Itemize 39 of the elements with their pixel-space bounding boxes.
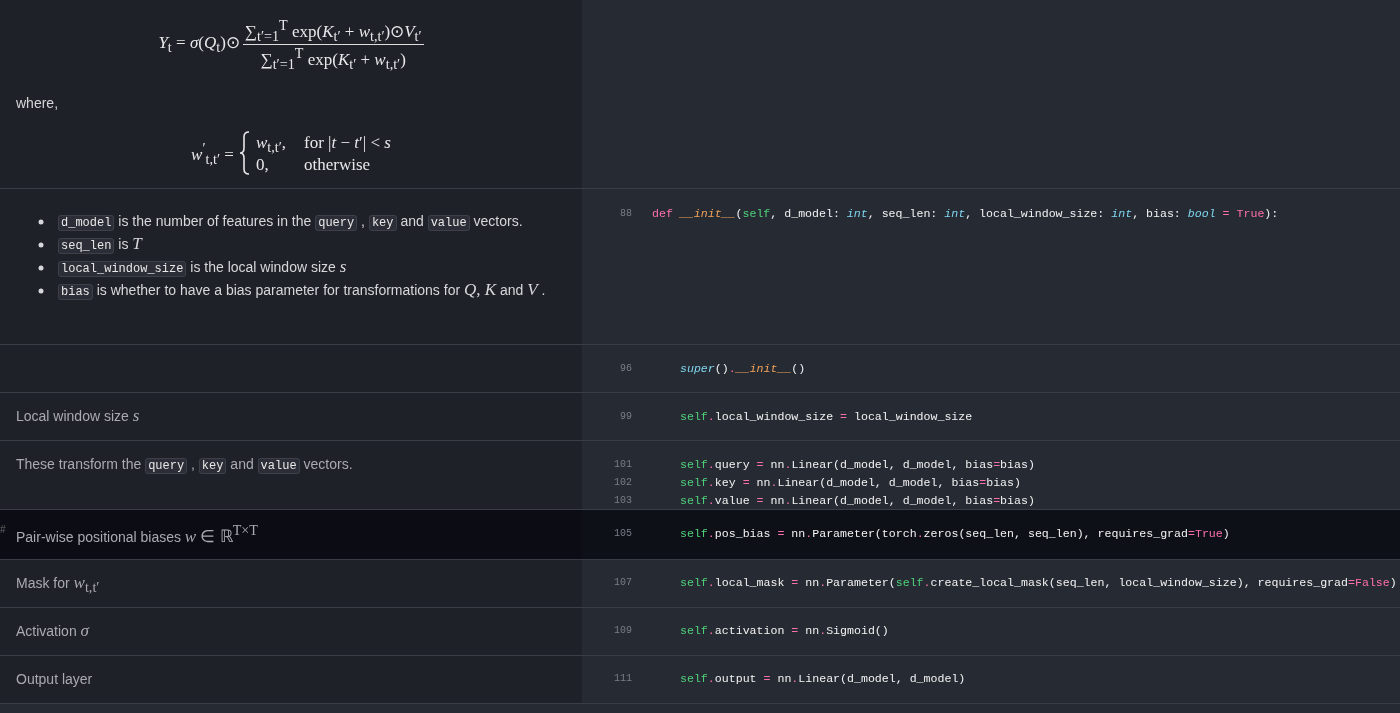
line-number: 111: [613, 673, 633, 685]
code-line: self.local_mask = nn.Parameter(self.create_local_mask(seq_len, local_window_size), requires_grad=False): [679, 576, 1397, 590]
line-number: 103: [613, 494, 633, 506]
doc-bullet: d_model is the number of features in the query , key and value vectors.: [58, 210, 523, 233]
doc-text: Local window size s: [16, 406, 141, 426]
doc-bullet: seq_len is T: [58, 233, 142, 256]
code-line: super().__init__(): [679, 361, 806, 375]
code-line: self.query = nn.Linear(d_model, d_model, bias=bias): [679, 457, 1035, 471]
code-line: self.value = nn.Linear(d_model, d_model, bias=bias): [679, 493, 1035, 507]
line-number: 101: [613, 458, 633, 470]
line-number: 88: [619, 207, 633, 219]
doc-text: Pair-wise positional biases w ∈ ℝ$^{T×T}$: [16, 523, 259, 547]
doc-bullet: local_window_size is the local window size s: [58, 256, 347, 279]
doc-text: Output layer: [16, 669, 94, 689]
anchor-link[interactable]: #: [0, 524, 6, 535]
brace-icon: [238, 131, 251, 176]
code-line: self.output = nn.Linear(d_model, d_model): [679, 672, 966, 686]
line-number: 96: [619, 362, 633, 374]
code-line: self.pos_bias = nn.Parameter(torch.zeros(seq_len, seq_len), requires_grad=True): [679, 526, 1230, 540]
line-number: 99: [619, 410, 633, 422]
line-number: 102: [613, 476, 633, 488]
bullet-icon: [38, 288, 44, 294]
doc-text: These transform the query , key and value vectors.: [16, 455, 354, 474]
line-number: 105: [613, 527, 633, 539]
bullet-icon: [38, 242, 44, 248]
code-line: self.key = nn.Linear(d_model, d_model, bias=bias): [679, 475, 1021, 489]
bullet-icon: [38, 265, 44, 271]
doc-text: Activation σ: [16, 620, 91, 641]
line-number: 107: [613, 577, 633, 589]
equation: Y$_{t}$ = σ(Q$_{t}$)⊙ ∑$_{t′=1}$$^{T}$ exp(K$_{t′}$ + w$_{t,t′}$)⊙V$_{t′}$ ∑$_{t′=1}$$^{T}$ exp(K$_{t′}$ + w$_{t,t′}$): [157, 18, 425, 72]
code-line: self.activation = nn.Sigmoid(): [679, 624, 889, 638]
line-number: 109: [613, 625, 633, 637]
doc-bullet: bias is whether to have a bias parameter for transformations for Q, K and V .: [58, 279, 546, 302]
bullet-icon: [38, 219, 44, 225]
code-line: self.local_window_size = local_window_size: [679, 409, 973, 423]
doc-text: where,: [16, 94, 60, 114]
equation: w$^{′}$$_{t,t′}$ = w$_{t,t′}$, for |t − t′| < s 0, otherwise: [190, 131, 392, 176]
code-line: def __init__(self, d_model: int, seq_len: int, local_window_size: int, bias: bool = True):: [652, 206, 1279, 220]
doc-text: Mask for w$_{t,t′}$: [16, 572, 101, 595]
